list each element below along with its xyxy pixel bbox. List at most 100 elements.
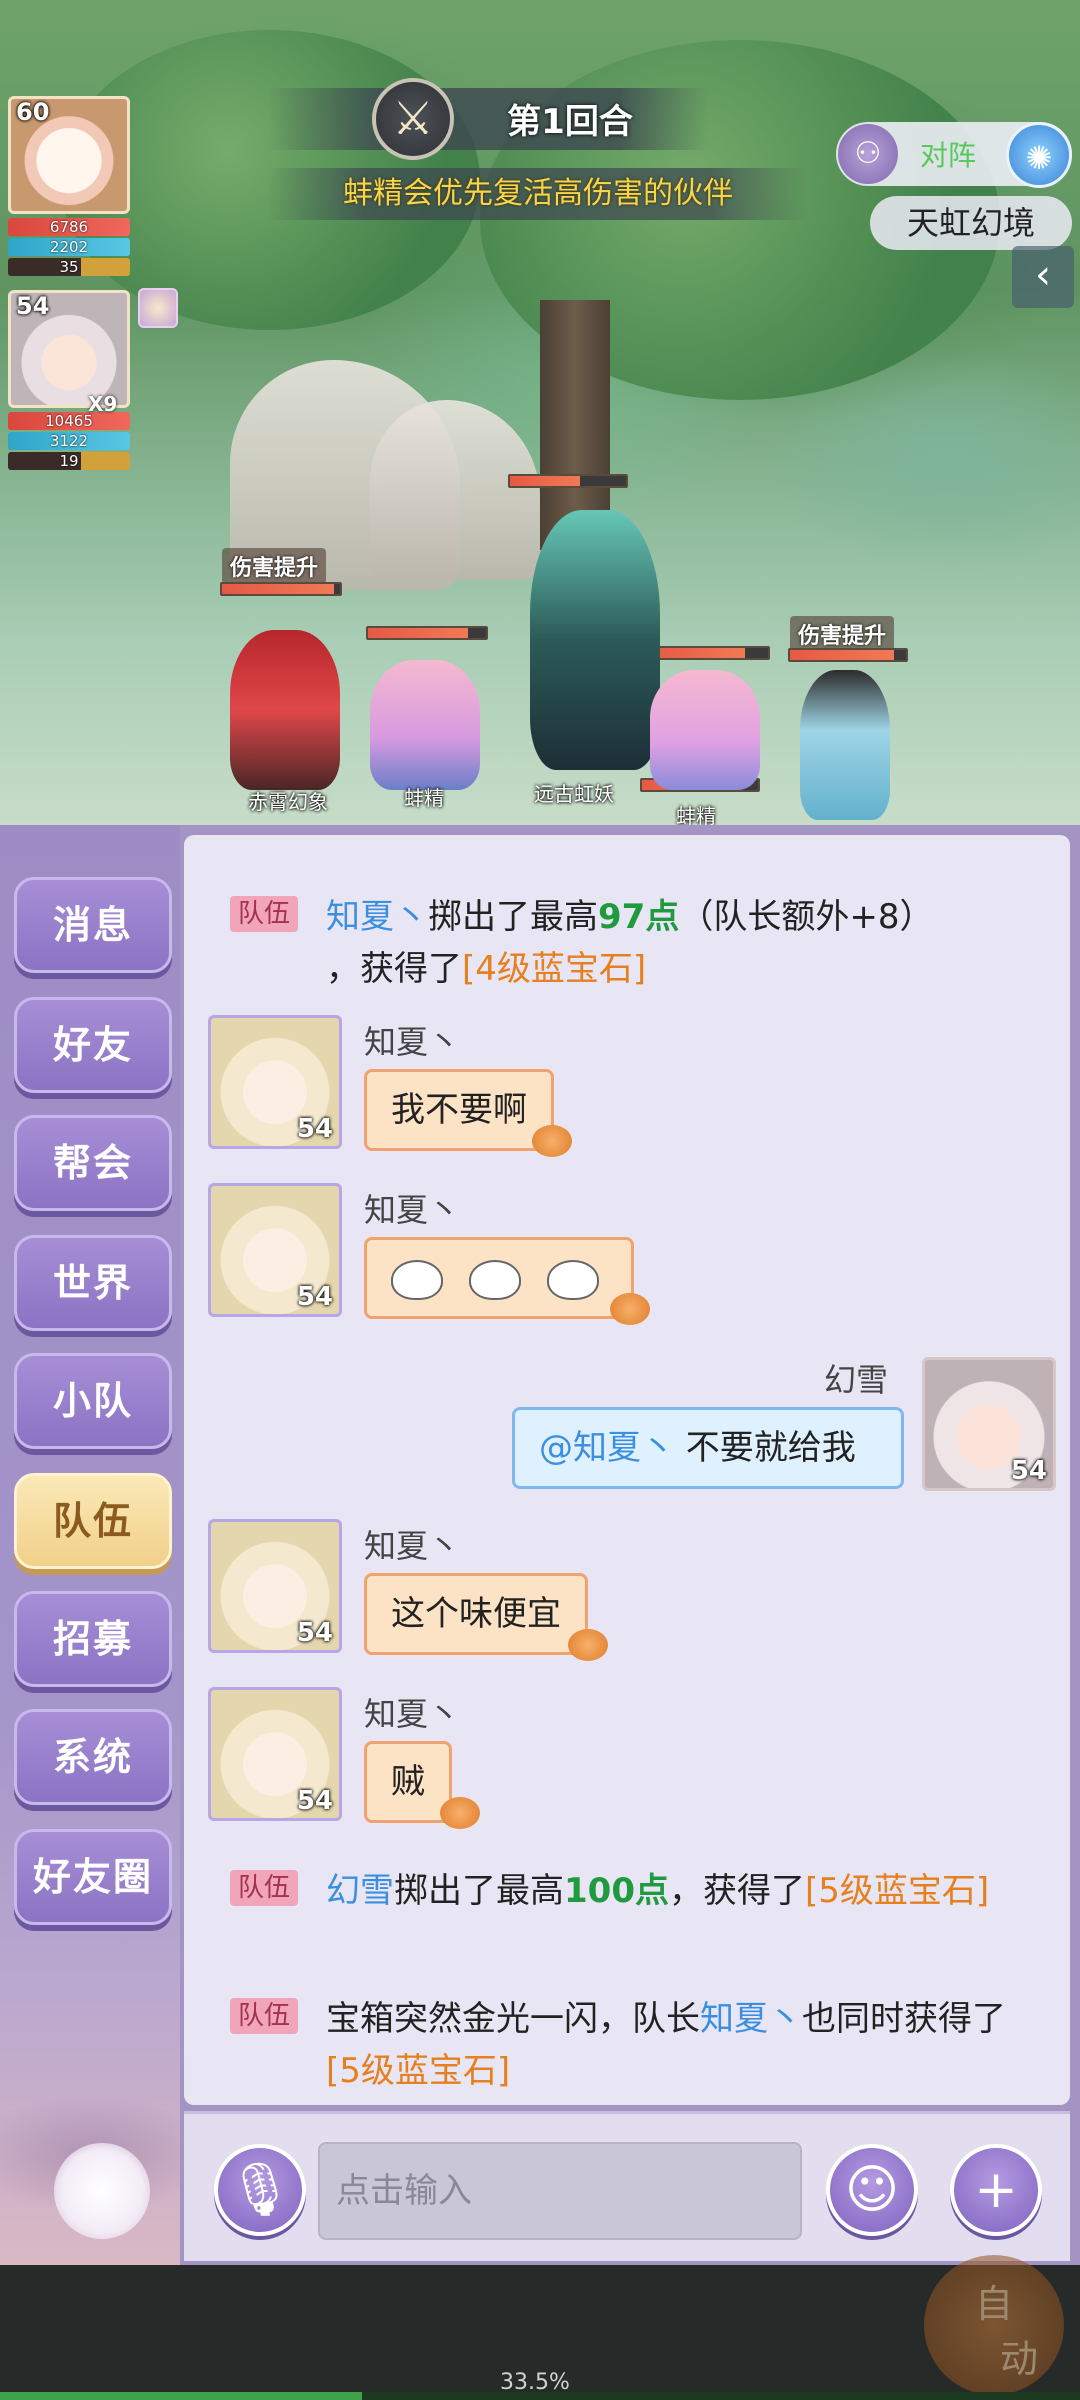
avatar[interactable]: 54: [208, 1519, 342, 1653]
player-mp: 3122: [8, 432, 130, 450]
buff-count: X9: [88, 392, 118, 416]
fox-sticker-icon: [532, 1125, 572, 1157]
unit-clam-spirit[interactable]: [650, 670, 760, 790]
buff-icon[interactable]: [138, 288, 178, 328]
chat-bubble-mine[interactable]: @知夏丶 不要就给我: [512, 1407, 904, 1489]
chat-panel: 消息 好友 帮会 世界 小队 队伍 招募 系统 好友圈 队伍 知夏丶掷出了最高9…: [0, 825, 1080, 2265]
player-name-link[interactable]: 知夏丶: [700, 1999, 802, 2039]
avatar[interactable]: 54: [208, 1015, 342, 1149]
round-label: 第1回合: [507, 102, 633, 142]
enemy-hp-bar: [788, 648, 908, 662]
auto-battle-button[interactable]: 自 动: [924, 2255, 1064, 2395]
system-message: 队伍 幻雪掷出了最高100点，获得了[5级蓝宝石]: [230, 1865, 1010, 1917]
team-tag: 队伍: [230, 1870, 299, 1906]
fox-sticker-icon: [610, 1293, 650, 1325]
avatar[interactable]: 54: [208, 1687, 342, 1821]
text: 掷出了最高: [428, 897, 598, 937]
player-name-link[interactable]: 幻雪: [326, 1871, 394, 1911]
system-message-text: 幻雪掷出了最高100点，获得了[5级蓝宝石]: [326, 1865, 1006, 1917]
tab-guild[interactable]: 帮会: [14, 1115, 172, 1211]
item-link[interactable]: [5级蓝宝石]: [805, 1871, 989, 1911]
text: （队长额外+8）: [679, 897, 934, 937]
unit-clam-spirit[interactable]: [370, 660, 480, 790]
system-message: 队伍 知夏丶掷出了最高97点（队长额外+8） ，获得了[4级蓝宝石]: [230, 891, 1010, 989]
avatar[interactable]: 54: [208, 1183, 342, 1317]
unit-red-warrior[interactable]: [230, 630, 340, 790]
sender-name: 知夏丶: [364, 1023, 461, 1061]
tab-squad[interactable]: 小队: [14, 1353, 172, 1449]
roll-points: 97点: [598, 897, 680, 937]
player-hp: 6786: [8, 218, 130, 236]
unit-name: 蚌精: [676, 804, 716, 825]
player-mp: 2202: [8, 238, 130, 256]
text: 宝箱突然金光一闪，队长: [326, 1999, 700, 2039]
avatar[interactable]: 54: [922, 1357, 1056, 1491]
player-name-link[interactable]: 知夏丶: [326, 897, 428, 937]
system-message-text: 宝箱突然金光一闪，队长知夏丶也同时获得了 [5级蓝宝石]: [326, 1993, 1006, 2097]
microphone-icon[interactable]: 🎙: [214, 2144, 306, 2236]
battle-tip: 蚌精会优先复活高伤害的伙伴: [268, 168, 808, 220]
channel-sidebar: 消息 好友 帮会 世界 小队 队伍 招募 系统 好友圈: [0, 825, 180, 2265]
enemy-hp-bar: [650, 646, 770, 660]
emoji-icon: [469, 1259, 521, 1300]
collapse-arrow-icon[interactable]: ‹: [1012, 246, 1074, 308]
text: 掷出了最高: [394, 1871, 564, 1911]
mention[interactable]: @知夏丶: [539, 1428, 675, 1468]
player-sp: 35: [8, 258, 130, 276]
team-tag: 队伍: [230, 1998, 299, 2034]
tab-system[interactable]: 系统: [14, 1709, 172, 1805]
message-list[interactable]: 队伍 知夏丶掷出了最高97点（队长额外+8） ，获得了[4级蓝宝石] 54 知夏丶…: [184, 835, 1070, 2105]
avatar-level: 54: [296, 1618, 333, 1648]
tab-messages[interactable]: 消息: [14, 877, 172, 973]
text: ，获得了: [326, 949, 462, 989]
chat-bubble[interactable]: 我不要啊: [364, 1069, 554, 1151]
team-tag: 队伍: [230, 896, 299, 932]
system-message-text: 知夏丶掷出了最高97点（队长额外+8） ，获得了[4级蓝宝石]: [326, 891, 1006, 995]
tab-world[interactable]: 世界: [14, 1235, 172, 1331]
tab-recruit[interactable]: 招募: [14, 1591, 172, 1687]
progress-fill: [0, 2392, 362, 2400]
damage-up-label: 伤害提升: [222, 548, 327, 584]
sender-name: 知夏丶: [364, 1527, 461, 1565]
fox-sticker-icon: [440, 1797, 480, 1829]
unit-blue-mage[interactable]: [800, 670, 890, 820]
emoji-button-icon[interactable]: ☺: [826, 2144, 918, 2236]
crossed-swords-icon: ⚔: [372, 78, 454, 160]
unit-name: 赤霄幻象: [248, 790, 328, 814]
item-link[interactable]: [5级蓝宝石]: [326, 2051, 510, 2091]
battle-scene: 60 6786 2202 35 54 10465 3122 19 X9 ⚔ 第1…: [0, 0, 1080, 825]
plus-icon[interactable]: +: [950, 2144, 1042, 2236]
tab-friends[interactable]: 好友: [14, 997, 172, 1093]
item-link[interactable]: [4级蓝宝石]: [462, 949, 646, 989]
emoji-icon: [547, 1259, 599, 1300]
emoji-bubble[interactable]: [364, 1237, 634, 1319]
input-bar: 🎙 点击输入 ☺ +: [184, 2111, 1070, 2261]
avatar-level: 54: [296, 1114, 333, 1144]
player-level: 60: [16, 98, 50, 126]
enemy-hp-bar: [508, 474, 628, 488]
fox-sticker-icon: [568, 1629, 608, 1661]
avatar-level: 54: [1010, 1456, 1047, 1486]
chat-input[interactable]: 点击输入: [318, 2142, 802, 2240]
rock: [370, 400, 540, 580]
auto-label-1: 自: [974, 2282, 1013, 2326]
vs-label[interactable]: 对阵: [920, 134, 976, 174]
player-level: 54: [16, 292, 50, 320]
enemy-hp-bar: [366, 626, 488, 640]
moon-decoration: [54, 2143, 150, 2239]
tab-team[interactable]: 队伍: [14, 1473, 172, 1569]
unit-name: 蚌精: [404, 786, 444, 810]
sender-name: 知夏丶: [364, 1191, 461, 1229]
dragon-badge-icon[interactable]: ✺: [1006, 122, 1072, 188]
formation-icon[interactable]: ⚇: [838, 124, 898, 184]
unit-ancient-rainbow-demon[interactable]: [530, 510, 660, 770]
text: 不要就给我: [675, 1428, 856, 1468]
text: ，获得了: [668, 1871, 805, 1911]
chat-bubble[interactable]: 贼: [364, 1741, 452, 1823]
roll-points: 100点: [564, 1871, 669, 1911]
system-message: 队伍 宝箱突然金光一闪，队长知夏丶也同时获得了 [5级蓝宝石]: [230, 1993, 1010, 2091]
avatar-level: 54: [296, 1786, 333, 1816]
sender-name: 知夏丶: [364, 1695, 461, 1733]
enemy-hp-bar: [220, 582, 342, 596]
chat-bubble[interactable]: 这个味便宜: [364, 1573, 588, 1655]
